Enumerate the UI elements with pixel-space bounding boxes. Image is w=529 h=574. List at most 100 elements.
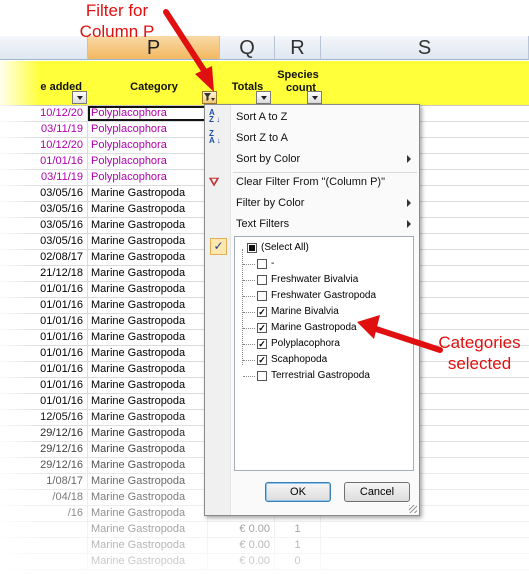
date-filter-dropdown[interactable]: [72, 91, 87, 104]
filter-checkbox[interactable]: [257, 307, 267, 317]
totals-cell[interactable]: € 0.00: [220, 538, 275, 553]
category-cell[interactable]: Marine Gastropoda: [88, 330, 208, 345]
category-cell[interactable]: Marine Gastropoda: [88, 394, 208, 409]
filter-checkbox[interactable]: [247, 243, 257, 253]
category-cell[interactable]: Marine Gastropoda: [88, 362, 208, 377]
category-cell[interactable]: Marine Gastropoda: [88, 186, 208, 201]
date-cell[interactable]: 01/01/16: [0, 298, 88, 313]
date-cell[interactable]: 03/05/16: [0, 202, 88, 217]
filter-list-item[interactable]: Marine Bivalvia: [235, 304, 413, 320]
date-cell[interactable]: 29/12/16: [0, 458, 88, 473]
date-cell[interactable]: [0, 538, 88, 553]
date-cell[interactable]: 12/05/16: [0, 410, 88, 425]
filter-list-item[interactable]: Freshwater Gastropoda: [235, 288, 413, 304]
filter-checkbox[interactable]: [257, 339, 267, 349]
category-cell[interactable]: Polyplacophora: [88, 170, 208, 185]
filter-list-item[interactable]: Marine Gastropoda: [235, 320, 413, 336]
filter-checkbox[interactable]: [257, 259, 267, 269]
date-cell[interactable]: 02/08/17: [0, 250, 88, 265]
menu-clear-filter[interactable]: ⛛ Clear Filter From "(Column P)": [205, 172, 419, 192]
date-cell[interactable]: [0, 522, 88, 537]
filter-list-item[interactable]: Freshwater Bivalvia: [235, 272, 413, 288]
filter-item-label: Freshwater Gastropoda: [271, 290, 377, 301]
category-cell[interactable]: Marine Gastropoda: [88, 234, 208, 249]
menu-sort-by-color[interactable]: Sort by Color: [205, 149, 419, 169]
category-cell[interactable]: Polyplacophora: [88, 106, 208, 121]
count-cell[interactable]: 1: [275, 522, 321, 537]
date-cell[interactable]: 01/01/16: [0, 346, 88, 361]
category-cell[interactable]: Polyplacophora: [88, 154, 208, 169]
category-filter-button[interactable]: [202, 91, 217, 104]
count-cell[interactable]: 1: [275, 538, 321, 553]
category-cell[interactable]: Marine Gastropoda: [88, 490, 208, 505]
category-cell[interactable]: Marine Gastropoda: [88, 202, 208, 217]
date-cell[interactable]: 01/01/16: [0, 330, 88, 345]
category-cell[interactable]: Marine Gastropoda: [88, 346, 208, 361]
date-cell[interactable]: 10/12/20: [0, 106, 88, 121]
filter-list-item[interactable]: (Select All): [235, 240, 413, 256]
date-cell[interactable]: 10/12/20: [0, 138, 88, 153]
filter-checkbox[interactable]: [257, 323, 267, 333]
category-cell[interactable]: Marine Gastropoda: [88, 378, 208, 393]
date-cell[interactable]: 03/05/16: [0, 234, 88, 249]
date-cell[interactable]: 03/05/16: [0, 218, 88, 233]
category-cell[interactable]: Marine Gastropoda: [88, 410, 208, 425]
totals-cell[interactable]: € 0.00: [220, 522, 275, 537]
filter-list-item[interactable]: Scaphopoda: [235, 352, 413, 368]
menu-text-filters[interactable]: Text Filters: [205, 214, 419, 234]
category-cell[interactable]: Marine Gastropoda: [88, 282, 208, 297]
category-cell[interactable]: Marine Gastropoda: [88, 218, 208, 233]
date-cell[interactable]: [0, 554, 88, 569]
date-cell[interactable]: 03/11/19: [0, 122, 88, 137]
resize-grip[interactable]: [409, 505, 417, 513]
category-cell[interactable]: Marine Gastropoda: [88, 522, 208, 537]
menu-sort-z-to-a[interactable]: ZA ↓ Sort Z to A: [205, 128, 419, 148]
date-cell[interactable]: /04/18: [0, 490, 88, 505]
category-cell[interactable]: Marine Gastropoda: [88, 298, 208, 313]
count-cell[interactable]: 0: [275, 554, 321, 569]
cancel-button[interactable]: Cancel: [344, 482, 410, 502]
date-cell[interactable]: 21/12/18: [0, 266, 88, 281]
category-cell[interactable]: Marine Gastropoda: [88, 474, 208, 489]
category-cell[interactable]: Marine Gastropoda: [88, 458, 208, 473]
date-cell[interactable]: 01/01/16: [0, 362, 88, 377]
category-cell[interactable]: Marine Gastropoda: [88, 314, 208, 329]
date-cell[interactable]: 01/01/16: [0, 154, 88, 169]
column-header-s[interactable]: S: [321, 36, 529, 60]
column-header-q[interactable]: Q: [220, 36, 275, 60]
category-cell[interactable]: Marine Gastropoda: [88, 538, 208, 553]
filter-checkbox[interactable]: [257, 355, 267, 365]
date-cell[interactable]: 1/08/17: [0, 474, 88, 489]
category-cell[interactable]: Polyplacophora: [88, 122, 208, 137]
totals-filter-dropdown[interactable]: [256, 91, 271, 104]
category-cell[interactable]: Marine Gastropoda: [88, 554, 208, 569]
totals-cell[interactable]: € 0.00: [220, 554, 275, 569]
filter-checkbox[interactable]: [257, 275, 267, 285]
date-cell[interactable]: 01/01/16: [0, 314, 88, 329]
date-cell[interactable]: /16: [0, 506, 88, 521]
date-cell[interactable]: 01/01/16: [0, 378, 88, 393]
category-cell[interactable]: Marine Gastropoda: [88, 266, 208, 281]
filter-list-item[interactable]: Polyplacophora: [235, 336, 413, 352]
category-cell[interactable]: Polyplacophora: [88, 138, 208, 153]
column-header-r[interactable]: R: [275, 36, 321, 60]
date-cell[interactable]: 29/12/16: [0, 442, 88, 457]
filter-values-list[interactable]: (Select All) - Freshwater Bivalvia Freshwat…: [234, 236, 414, 471]
category-cell[interactable]: Marine Gastropoda: [88, 250, 208, 265]
category-cell[interactable]: Marine Gastropoda: [88, 442, 208, 457]
category-cell[interactable]: Marine Gastropoda: [88, 426, 208, 441]
ok-button[interactable]: OK: [265, 482, 331, 502]
species-count-filter-dropdown[interactable]: [307, 91, 322, 104]
date-cell[interactable]: 01/01/16: [0, 394, 88, 409]
filter-list-item[interactable]: -: [235, 256, 413, 272]
date-cell[interactable]: 29/12/16: [0, 426, 88, 441]
filter-list-item[interactable]: Terrestrial Gastropoda: [235, 368, 413, 384]
date-cell[interactable]: 03/05/16: [0, 186, 88, 201]
menu-filter-by-color[interactable]: Filter by Color: [205, 193, 419, 213]
category-cell[interactable]: Marine Gastropoda: [88, 506, 208, 521]
filter-checkbox[interactable]: [257, 371, 267, 381]
date-cell[interactable]: 03/11/19: [0, 170, 88, 185]
date-cell[interactable]: 01/01/16: [0, 282, 88, 297]
filter-checkbox[interactable]: [257, 291, 267, 301]
menu-sort-a-to-z[interactable]: AZ ↓ Sort A to Z: [205, 107, 419, 127]
